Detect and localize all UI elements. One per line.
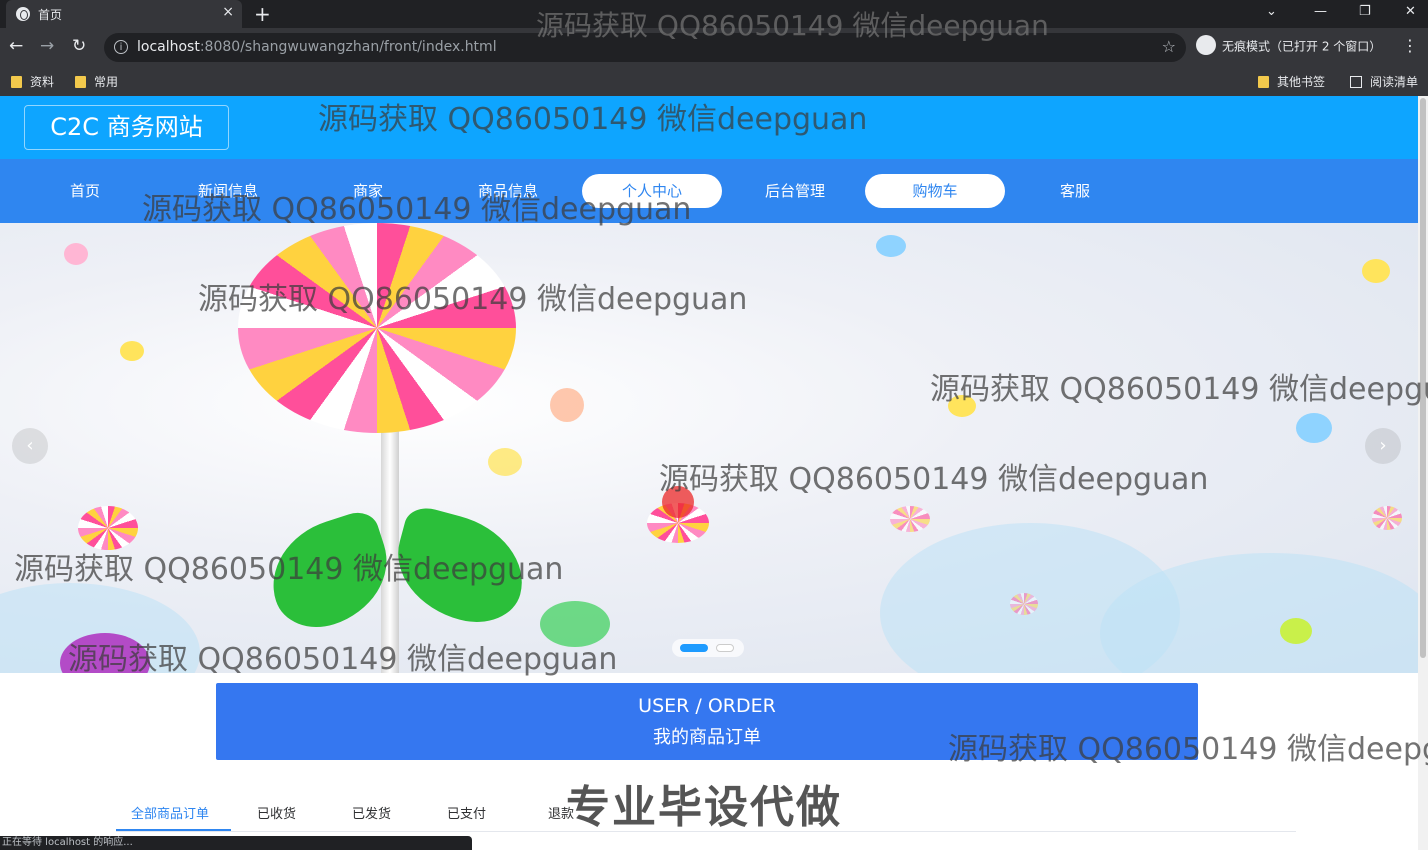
watermark-text: 源码获取 QQ86050149 微信deepguan <box>318 102 868 137</box>
small-lollipop <box>890 506 930 532</box>
minimize-icon[interactable]: — <box>1314 4 1327 19</box>
back-icon[interactable]: ← <box>9 36 23 56</box>
carousel-indicators <box>672 639 744 657</box>
incognito-icon <box>1196 35 1216 55</box>
incognito-label: 无痕模式（已打开 2 个窗口） <box>1222 39 1382 54</box>
site-logo[interactable]: C2C 商务网站 <box>24 105 229 150</box>
tab-paid[interactable]: 已支付 <box>447 803 486 822</box>
watermark-text: 源码获取 QQ86050149 微信deepguan <box>948 732 1428 767</box>
forward-icon[interactable]: → <box>40 36 54 56</box>
watermark-text: 源码获取 QQ86050149 微信deepguan <box>14 552 564 587</box>
watermark-text: 源码获取 QQ86050149 微信deepguan <box>68 642 618 677</box>
star-icon[interactable]: ☆ <box>1162 37 1176 56</box>
folder-icon <box>1258 75 1269 88</box>
info-icon[interactable]: i <box>114 40 128 54</box>
nav-home[interactable]: 首页 <box>55 159 115 223</box>
lollipop-image <box>238 223 516 433</box>
incognito-indicator[interactable]: 无痕模式（已打开 2 个窗口） <box>1196 35 1382 57</box>
folder-icon <box>75 75 86 88</box>
candy-decoration <box>1280 618 1312 644</box>
tab-received[interactable]: 已收货 <box>257 803 296 822</box>
candy-decoration <box>550 388 584 422</box>
reload-icon[interactable]: ↻ <box>72 36 86 56</box>
candy-decoration <box>1296 413 1332 443</box>
nav-support[interactable]: 客服 <box>1045 159 1105 223</box>
restore-icon[interactable]: ❐ <box>1359 4 1371 19</box>
carousel-prev-arrow[interactable]: ‹ <box>12 428 48 464</box>
watermark-text: 源码获取 QQ86050149 微信deepguan <box>142 192 692 227</box>
reading-list[interactable]: 阅读清单 <box>1350 73 1418 90</box>
more-menu-icon[interactable]: ⋮ <box>1402 36 1418 55</box>
candy-decoration <box>488 448 522 476</box>
browser-status-bar: 正在等待 localhost 的响应... <box>0 836 472 850</box>
carousel-indicator[interactable] <box>716 644 734 652</box>
watermark-text: 源码获取 QQ86050149 微信deepguan <box>930 372 1428 407</box>
chevron-down-icon[interactable]: ⌄ <box>1266 4 1277 19</box>
new-tab-button[interactable]: + <box>254 2 271 26</box>
tab-shipped[interactable]: 已发货 <box>352 803 391 822</box>
tab-all-orders[interactable]: 全部商品订单 <box>131 803 209 822</box>
close-icon[interactable]: × <box>222 4 234 20</box>
watermark-text: 源码获取 QQ86050149 微信deepguan <box>659 462 1209 497</box>
window-close-icon[interactable]: ✕ <box>1405 4 1416 19</box>
candy-decoration <box>1362 259 1390 283</box>
carousel-indicator-active[interactable] <box>680 644 708 652</box>
order-banner-title-en: USER / ORDER <box>638 695 776 717</box>
promo-overlay-text: 专业毕设代做 <box>566 782 842 833</box>
folder-icon <box>11 75 22 88</box>
bookmark-folder[interactable]: 资料 <box>11 73 54 90</box>
watermark-text: 源码获取 QQ86050149 微信deepguan <box>536 9 1049 42</box>
other-bookmarks[interactable]: 其他书签 <box>1258 73 1325 90</box>
url-text[interactable]: localhost:8080/shangwuwangzhan/front/ind… <box>137 39 497 55</box>
reading-list-icon <box>1350 75 1362 88</box>
carousel-next-arrow[interactable]: › <box>1365 428 1401 464</box>
watermark-text: 源码获取 QQ86050149 微信deepguan <box>198 282 748 317</box>
nav-admin[interactable]: 后台管理 <box>755 159 835 223</box>
candy-decoration <box>876 235 906 257</box>
globe-icon <box>16 7 30 21</box>
active-tab-indicator <box>116 829 231 831</box>
browser-tab[interactable]: 首页 × <box>6 0 242 28</box>
small-lollipop <box>1010 593 1038 615</box>
nav-cart[interactable]: 购物车 <box>865 174 1005 208</box>
candy-decoration <box>64 243 88 265</box>
candy-decoration <box>120 341 144 361</box>
bookmark-folder[interactable]: 常用 <box>75 73 118 90</box>
tab-title: 首页 <box>38 8 63 22</box>
bookmarks-bar: 资料 常用 其他书签 阅读清单 <box>0 66 1428 96</box>
small-lollipop <box>1372 506 1402 530</box>
